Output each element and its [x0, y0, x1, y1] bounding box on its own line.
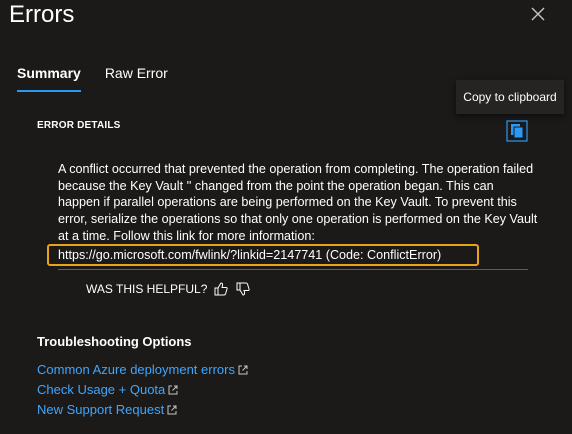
thumbs-down-icon [236, 282, 250, 296]
link-check-usage-quota[interactable]: Check Usage + Quota [37, 380, 248, 400]
close-icon [531, 7, 545, 21]
link-label: New Support Request [37, 402, 165, 417]
tab-summary[interactable]: Summary [17, 64, 81, 92]
panel-title: Errors [9, 1, 75, 28]
error-link[interactable]: https://go.microsoft.com/fwlink/?linkid=… [58, 247, 441, 263]
link-label: Common Azure deployment errors [37, 362, 235, 377]
divider [58, 269, 528, 270]
thumbs-up-icon [214, 282, 228, 296]
troubleshooting-links: Common Azure deployment errors Check Usa… [37, 360, 248, 420]
thumbs-down-button[interactable] [235, 281, 251, 297]
feedback-row: WAS THIS HELPFUL? [86, 281, 251, 297]
external-link-icon [167, 405, 177, 415]
link-label: Check Usage + Quota [37, 382, 166, 397]
thumbs-up-button[interactable] [213, 281, 229, 297]
copy-icon [506, 120, 528, 142]
feedback-prompt: WAS THIS HELPFUL? [86, 282, 208, 296]
troubleshooting-heading: Troubleshooting Options [37, 334, 192, 349]
link-new-support-request[interactable]: New Support Request [37, 400, 248, 420]
tab-bar: Summary Raw Error [17, 64, 168, 92]
close-button[interactable] [528, 4, 548, 24]
link-common-azure-deployment-errors[interactable]: Common Azure deployment errors [37, 360, 248, 380]
external-link-icon [168, 385, 178, 395]
copy-tooltip: Copy to clipboard [456, 80, 564, 114]
error-message: A conflict occurred that prevented the o… [58, 162, 538, 243]
error-details-heading: ERROR DETAILS [37, 120, 121, 131]
external-link-icon [238, 365, 248, 375]
copy-button[interactable] [506, 120, 528, 142]
tab-raw-error[interactable]: Raw Error [105, 64, 168, 92]
